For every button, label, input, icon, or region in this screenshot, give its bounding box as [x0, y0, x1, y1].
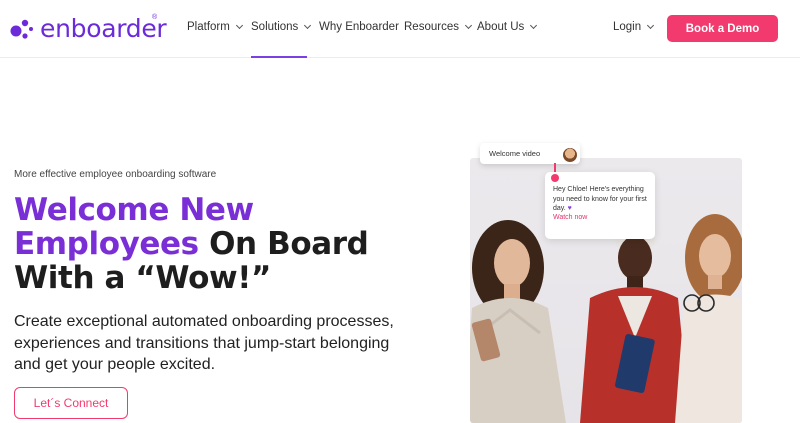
book-demo-button[interactable]: Book a Demo — [667, 15, 778, 42]
active-nav-indicator — [251, 56, 307, 58]
nav-about-us[interactable]: About Us — [477, 21, 538, 33]
lets-connect-button[interactable]: Let´s Connect — [14, 387, 128, 419]
headline-accent-line2: Employees — [14, 226, 199, 262]
logo-dots-icon — [10, 19, 33, 39]
nav-why-enboarder[interactable]: Why Enboarder — [319, 21, 399, 33]
nav-platform-label: Platform — [187, 21, 230, 33]
welcome-message-card: Hey Chloe! Here's everything you need to… — [545, 172, 655, 239]
nav-resources-label: Resources — [404, 21, 459, 33]
nav-solutions[interactable]: Solutions — [251, 21, 312, 33]
hero-headline: Welcome New Employees On Board With a “W… — [14, 192, 369, 296]
chevron-down-icon — [464, 21, 473, 30]
avatar — [563, 148, 577, 162]
welcome-video-label: Welcome video — [489, 149, 541, 158]
headline-rest-line3: With a “Wow!” — [14, 260, 271, 296]
hero-eyebrow: More effective employee onboarding softw… — [14, 169, 217, 180]
registered-mark: ® — [152, 14, 158, 21]
nav-platform[interactable]: Platform — [187, 21, 243, 33]
nav-solutions-label: Solutions — [251, 21, 299, 33]
headline-accent-line1: Welcome New — [14, 192, 254, 228]
chevron-down-icon — [235, 21, 243, 30]
logo-text: enboarder — [40, 14, 167, 43]
login-menu[interactable]: Login — [613, 21, 655, 33]
connector-dot — [551, 174, 559, 182]
nav-why-enboarder-label: Why Enboarder — [319, 21, 399, 33]
heart-icon: ♥ — [567, 205, 572, 212]
chevron-down-icon — [530, 21, 538, 30]
nav-resources[interactable]: Resources — [404, 21, 473, 33]
chevron-down-icon — [304, 21, 312, 30]
watch-now-link[interactable]: Watch now — [553, 214, 587, 221]
site-header: enboarder ® Platform Solutions Why Enboa… — [0, 0, 800, 58]
chevron-down-icon — [647, 21, 655, 30]
headline-rest-line2: On Board — [198, 226, 369, 262]
enboarder-logo[interactable]: enboarder ® — [10, 14, 167, 44]
login-label: Login — [613, 21, 642, 33]
hero-subtext: Create exceptional automated onboarding … — [14, 313, 394, 373]
nav-about-us-label: About Us — [477, 21, 525, 33]
